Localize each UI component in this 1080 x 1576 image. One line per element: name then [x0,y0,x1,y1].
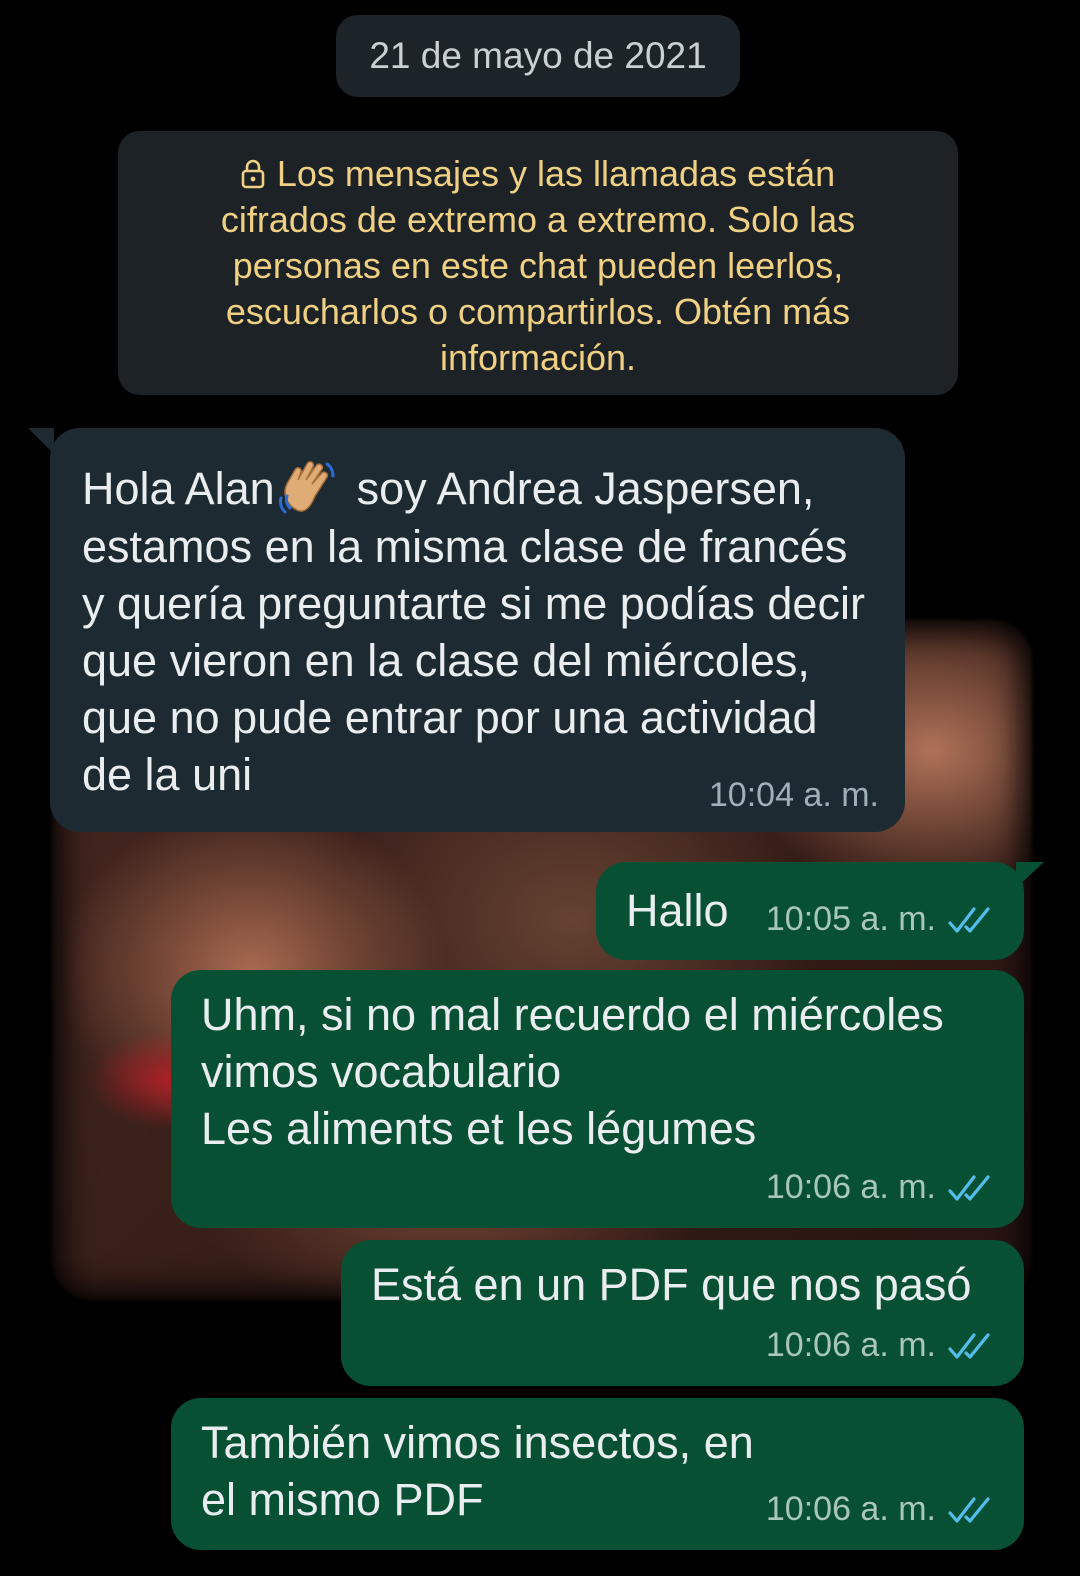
message-meta: 10:06 a. m. [766,1317,998,1374]
date-chip-label: 21 de mayo de 2021 [369,35,707,76]
message-text: Está en un PDF que nos pasó [371,1259,972,1310]
message-meta: 10:06 a. m. [766,1159,998,1216]
message-outgoing[interactable]: Está en un PDF que nos pasó 10:06 a. m. [341,1240,1024,1386]
message-outgoing[interactable]: También vimos insectos, en el mismo PDF … [171,1398,1024,1550]
message-time: 10:04 a. m. [708,776,879,814]
waving-hand-emoji [278,461,335,514]
message-text: También vimos insectos, en el mismo PDF [201,1417,754,1525]
message-outgoing[interactable]: Uhm, si no mal recuerdo el miércoles vim… [171,970,1024,1228]
message-meta: 10:04 a. m. [709,767,879,824]
message-meta: 10:06 a. m. [766,1481,998,1538]
encryption-notice[interactable]: Los mensajes y las llamadas están cifrad… [118,131,958,395]
lock-icon [241,159,265,189]
double-check-icon [948,906,990,933]
double-check-icon [948,1332,990,1359]
message-time: 10:05 a. m. [765,900,936,938]
message-time: 10:06 a. m. [765,1490,936,1528]
message-incoming[interactable]: Hola Alan soy Andrea Jaspersen, estamos … [50,428,905,832]
message-time: 10:06 a. m. [765,1326,936,1364]
message-text: Uhm, si no mal recuerdo el miércoles vim… [201,989,944,1154]
date-chip: 21 de mayo de 2021 [336,15,740,97]
double-check-icon [948,1174,990,1201]
message-time: 10:06 a. m. [765,1168,936,1206]
message-text: Hola Alan soy Andrea Jaspersen, estamos … [82,458,875,803]
message-outgoing[interactable]: Hallo 10:05 a. m. [596,862,1024,960]
double-check-icon [948,1496,990,1523]
message-text-part: Hola Alan [82,463,275,514]
message-meta: 10:05 a. m. [766,891,998,948]
encryption-notice-text: Los mensajes y las llamadas están cifrad… [220,153,856,378]
